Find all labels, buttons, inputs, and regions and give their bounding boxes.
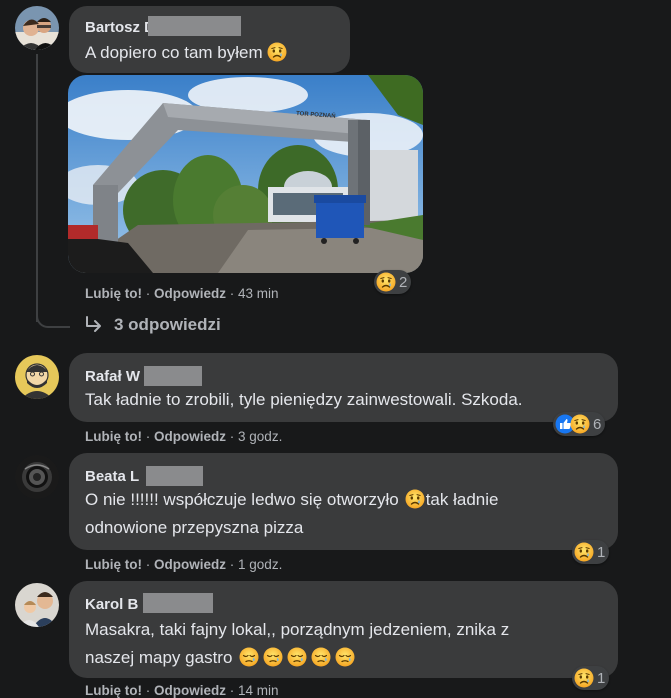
- reaction-summary[interactable]: 6: [553, 412, 606, 436]
- comment-text: Tak ładnie to zrobili, tyle pieniędzy za…: [85, 390, 523, 409]
- comment-text: A dopiero co tam byłem: [85, 39, 287, 67]
- reply-link[interactable]: Odpowiedz: [154, 557, 226, 572]
- timestamp[interactable]: 1 godz.: [238, 557, 282, 572]
- sad-emoji-icon: [376, 272, 396, 292]
- sad-emoji-icon: [574, 542, 594, 562]
- avatar[interactable]: [15, 6, 59, 50]
- timestamp[interactable]: 43 min: [238, 286, 279, 301]
- timestamp[interactable]: 3 godz.: [238, 429, 282, 444]
- reply-arrow-icon: [86, 316, 101, 332]
- comment-text: Masakra, taki fajny lokal,, porządnym je…: [85, 620, 510, 667]
- like-link[interactable]: Lubię to!: [85, 429, 142, 444]
- avatar[interactable]: [15, 583, 59, 627]
- sleepy-emoji-icon: [335, 647, 355, 667]
- redaction-block: [148, 16, 241, 36]
- reply-link[interactable]: Odpowiedz: [154, 429, 226, 444]
- like-link[interactable]: Lubię to!: [85, 683, 142, 698]
- comment-actions: Lubię to! · Odpowiedz · 43 min: [85, 286, 279, 301]
- reply-link[interactable]: Odpowiedz: [154, 683, 226, 698]
- sad-emoji-icon: [405, 489, 425, 509]
- sad-emoji-icon: [574, 668, 594, 688]
- redaction-block: [143, 593, 213, 613]
- sleepy-emoji-icon: [263, 647, 283, 667]
- sleepy-emoji-icon: [239, 647, 259, 667]
- comment-actions: Lubię to! · Odpowiedz · 1 godz.: [85, 557, 283, 572]
- sad-emoji-icon: [267, 42, 287, 62]
- redaction-block: [144, 366, 202, 386]
- reaction-summary[interactable]: 1: [572, 666, 610, 690]
- like-link[interactable]: Lubię to!: [85, 557, 142, 572]
- reply-link[interactable]: Odpowiedz: [154, 286, 226, 301]
- author-name[interactable]: Bartosz D: [85, 19, 155, 36]
- thread-line-curve: [36, 310, 70, 328]
- avatar[interactable]: [15, 355, 59, 399]
- author-name[interactable]: Beata L: [85, 468, 139, 485]
- redaction-block: [146, 466, 203, 486]
- comment-actions: Lubię to! · Odpowiedz · 3 godz.: [85, 429, 283, 444]
- comment-text: O nie !!!!!! współczuje ledwo się otworz…: [85, 489, 499, 537]
- sleepy-emoji-icon: [311, 647, 331, 667]
- like-link[interactable]: Lubię to!: [85, 286, 142, 301]
- author-name[interactable]: Rafał W: [85, 368, 140, 385]
- reaction-summary[interactable]: 2: [374, 270, 412, 294]
- timestamp[interactable]: 14 min: [238, 683, 279, 698]
- author-name[interactable]: Karol B: [85, 596, 138, 613]
- thread-line-vertical: [36, 54, 38, 322]
- comment-actions: Lubię to! · Odpowiedz · 14 min: [85, 683, 279, 698]
- comment-photo[interactable]: TOR POZNAŃ: [68, 75, 423, 273]
- sleepy-emoji-icon: [287, 647, 307, 667]
- reaction-summary[interactable]: 1: [572, 540, 610, 564]
- avatar[interactable]: [15, 455, 59, 499]
- sad-emoji-icon: [570, 414, 590, 434]
- view-replies-link[interactable]: 3 odpowiedzi: [84, 315, 221, 335]
